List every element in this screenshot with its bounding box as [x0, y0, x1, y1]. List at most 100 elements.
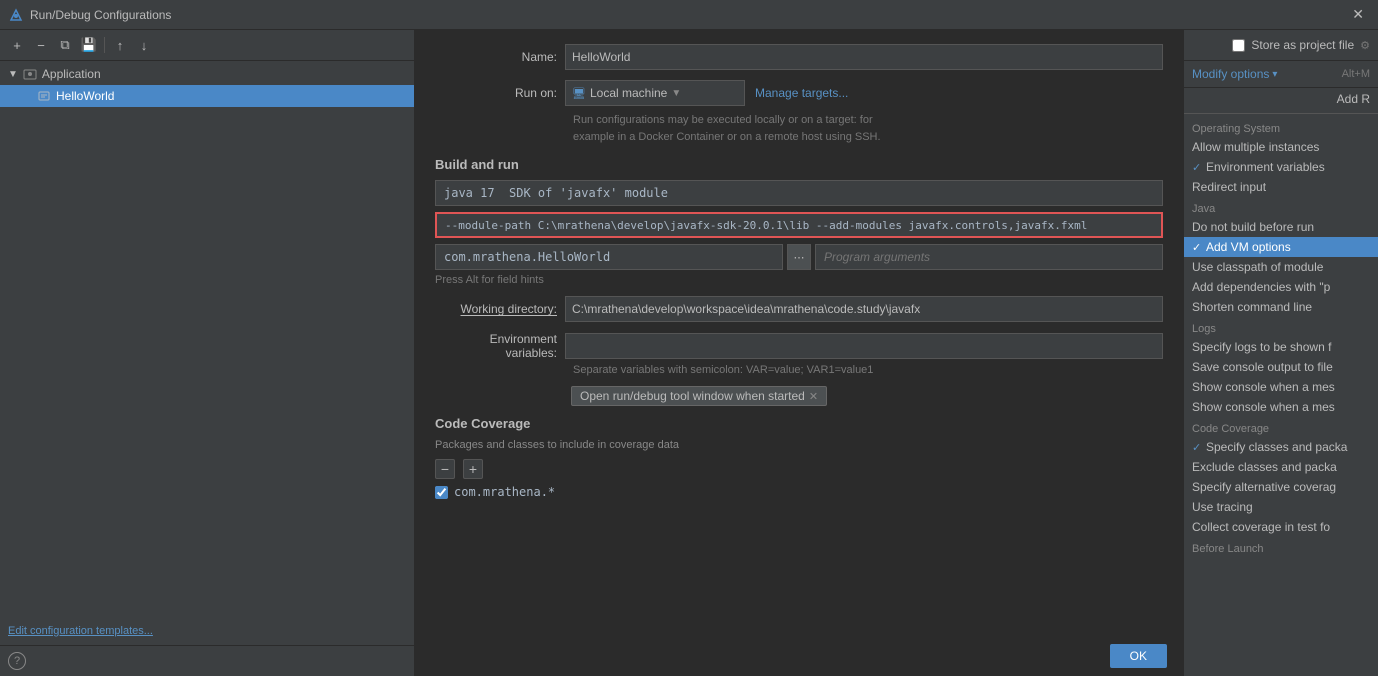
cc-subtitle: Packages and classes to include in cover… [435, 439, 1163, 451]
run-on-arrow: ▼ [671, 88, 681, 99]
close-button[interactable]: ✕ [1346, 4, 1370, 25]
build-run-section: Build and run ⋯ Press Alt for field hint… [435, 157, 1163, 499]
sdk-row [435, 180, 1163, 206]
show-console-input-item[interactable]: Show console when a mes [1184, 397, 1378, 417]
left-panel: + − ⧉ 💾 ↑ ↓ ▼ Application [0, 30, 415, 676]
specify-logs-item[interactable]: Specify logs to be shown f [1184, 337, 1378, 357]
shorten-command-item[interactable]: Shorten command line [1184, 297, 1378, 317]
app-icon [8, 7, 24, 23]
config-tree: ▼ Application [0, 61, 414, 617]
save-console-item[interactable]: Save console output to file [1184, 357, 1378, 377]
redirect-input-item[interactable]: Redirect input [1184, 177, 1378, 197]
run-on-row: Run on: 🖥 Local machine ▼ Manage targets… [435, 80, 1163, 106]
helloworld-tree-item[interactable]: HelloWorld [0, 85, 414, 107]
tree-expand-arrow: ▼ [8, 69, 18, 80]
help-button[interactable]: ? [8, 652, 26, 670]
env-vars-row: Environment variables: [435, 332, 1163, 360]
cc-add-button[interactable]: + [463, 459, 483, 479]
use-tracing-item[interactable]: Use tracing [1184, 497, 1378, 517]
tag-close-button[interactable]: ✕ [809, 390, 818, 403]
use-classpath-item[interactable]: Use classpath of module [1184, 257, 1378, 277]
run-on-label: Run on: [435, 86, 565, 100]
name-row: Name: [435, 44, 1163, 70]
collect-coverage-item[interactable]: Collect coverage in test fo [1184, 517, 1378, 537]
open-tool-window-tag: Open run/debug tool window when started … [571, 386, 827, 406]
copy-config-button[interactable]: ⧉ [54, 34, 76, 56]
main-class-input[interactable] [435, 244, 783, 270]
vm-options-row [435, 212, 1163, 238]
modify-options-bar: Modify options ▾ Alt+M [1184, 61, 1378, 88]
run-on-select[interactable]: 🖥 Local machine ▼ [565, 80, 745, 106]
sdk-input[interactable] [435, 180, 1163, 206]
store-as-project-label: Store as project file [1251, 38, 1354, 52]
add-vm-options-item[interactable]: Add VM options [1184, 237, 1378, 257]
browse-button[interactable]: ⋯ [787, 244, 811, 270]
env-vars-hint: Separate variables with semicolon: VAR=v… [435, 364, 1163, 376]
move-up-button[interactable]: ↑ [109, 34, 131, 56]
application-label: Application [42, 67, 101, 81]
add-r-label: Add R [1184, 88, 1378, 110]
cc-controls: − + [435, 459, 1163, 479]
toolbar-separator [104, 37, 105, 53]
exclude-classes-item[interactable]: Exclude classes and packa [1184, 457, 1378, 477]
form-area: Name: Run on: 🖥 Local machine ▼ Manage t… [415, 30, 1183, 635]
add-config-button[interactable]: + [6, 34, 28, 56]
dropdown-sep-1 [1184, 113, 1378, 114]
env-vars-input[interactable] [565, 333, 1163, 359]
tag-row: Open run/debug tool window when started … [435, 386, 1163, 406]
modify-options-button[interactable]: Modify options ▾ [1192, 67, 1277, 81]
edit-templates-link[interactable]: Edit configuration templates... [0, 617, 414, 645]
logs-section-label: Logs [1184, 317, 1378, 337]
do-not-build-item[interactable]: Do not build before run [1184, 217, 1378, 237]
vm-options-input[interactable] [435, 212, 1163, 238]
bottom-bar: OK [415, 635, 1183, 676]
store-gear-icon: ⚙ [1360, 39, 1370, 52]
prog-args-input[interactable] [815, 244, 1163, 270]
working-dir-row: Working directory: [435, 296, 1163, 322]
specify-alt-coverage-item[interactable]: Specify alternative coverag [1184, 477, 1378, 497]
run-on-hint: Run configurations may be executed local… [435, 112, 1163, 145]
os-section-label: Operating System [1184, 117, 1378, 137]
code-cov-section-label: Code Coverage [1184, 417, 1378, 437]
modify-options-shortcut: Alt+M [1342, 68, 1370, 80]
ok-button[interactable]: OK [1110, 644, 1167, 668]
manage-targets-link[interactable]: Manage targets... [755, 86, 848, 100]
environment-variables-item[interactable]: Environment variables [1184, 157, 1378, 177]
move-down-button[interactable]: ↓ [133, 34, 155, 56]
helloworld-label: HelloWorld [56, 89, 114, 103]
helloworld-icon [36, 88, 52, 104]
add-dependencies-item[interactable]: Add dependencies with "p [1184, 277, 1378, 297]
window-title: Run/Debug Configurations [30, 8, 1346, 22]
help-bar: ? [0, 645, 414, 676]
specify-classes-item[interactable]: Specify classes and packa [1184, 437, 1378, 457]
application-tree-item[interactable]: ▼ Application [0, 63, 414, 85]
env-vars-label: Environment variables: [435, 332, 565, 360]
application-group: ▼ Application [0, 61, 414, 109]
cc-checkbox[interactable] [435, 486, 448, 499]
code-coverage-section: Code Coverage Packages and classes to in… [435, 416, 1163, 499]
toolbar: + − ⧉ 💾 ↑ ↓ [0, 30, 414, 61]
remove-config-button[interactable]: − [30, 34, 52, 56]
working-dir-input[interactable] [565, 296, 1163, 322]
name-label: Name: [435, 50, 565, 64]
before-launch-section-label: Before Launch [1184, 537, 1378, 557]
run-on-icon: 🖥 [572, 87, 586, 100]
allow-multiple-instances-item[interactable]: Allow multiple instances [1184, 137, 1378, 157]
center-panel: Name: Run on: 🖥 Local machine ▼ Manage t… [415, 30, 1183, 676]
run-on-value: Local machine [590, 86, 667, 100]
store-as-project-checkbox[interactable] [1232, 39, 1245, 52]
cc-item-1: com.mrathena.* [435, 485, 1163, 499]
build-run-title: Build and run [435, 157, 1163, 172]
application-icon [22, 66, 38, 82]
cc-remove-button[interactable]: − [435, 459, 455, 479]
save-config-button[interactable]: 💾 [78, 34, 100, 56]
show-console-error-item[interactable]: Show console when a mes [1184, 377, 1378, 397]
store-as-project-row: Store as project file ⚙ [1184, 30, 1378, 61]
main-class-row: ⋯ [435, 244, 1163, 270]
field-hints: Press Alt for field hints [435, 274, 1163, 286]
java-section-label: Java [1184, 197, 1378, 217]
name-input[interactable] [565, 44, 1163, 70]
working-dir-label: Working directory: [435, 302, 565, 316]
code-coverage-title: Code Coverage [435, 416, 1163, 431]
right-panel: Store as project file ⚙ Modify options ▾… [1183, 30, 1378, 676]
